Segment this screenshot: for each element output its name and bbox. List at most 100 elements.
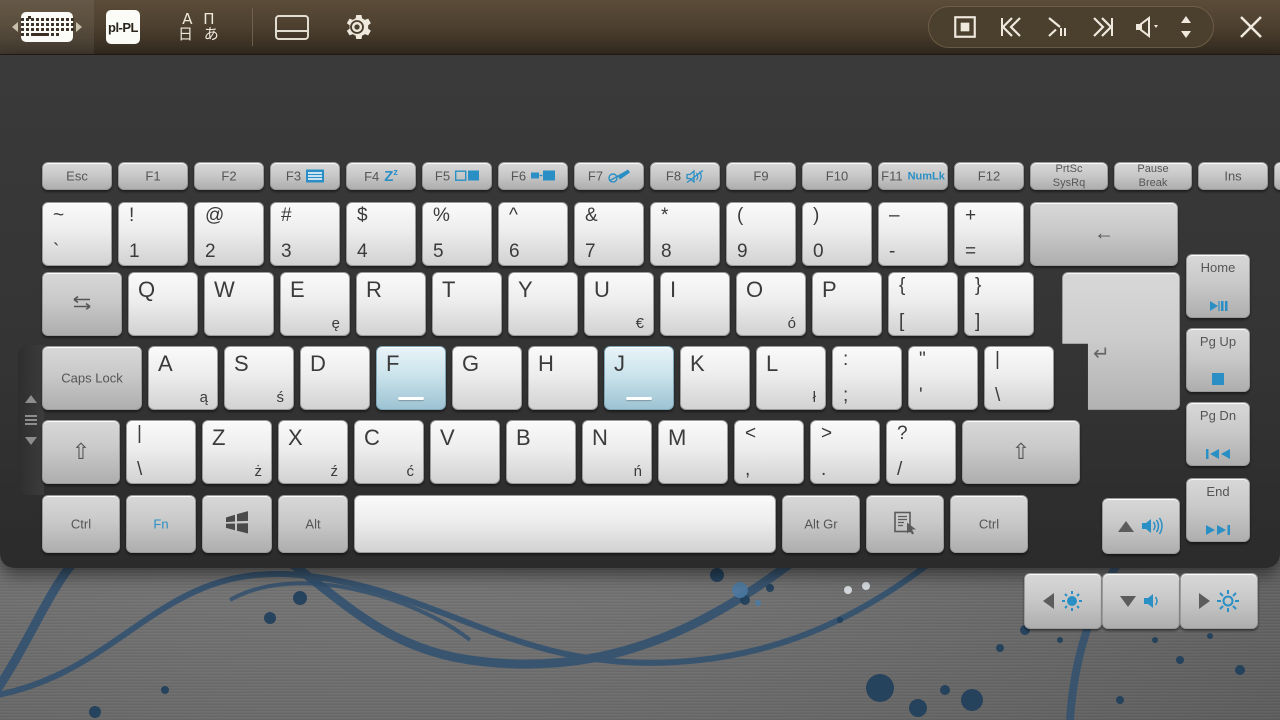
key-printscreen[interactable]: PrtSc SysRq (1030, 162, 1108, 190)
key-o[interactable]: O ó (736, 272, 806, 336)
media-next-button[interactable] (1081, 9, 1125, 45)
key-f5[interactable]: F5 (422, 162, 492, 190)
key-p[interactable]: P (812, 272, 882, 336)
media-stop-button[interactable] (943, 9, 987, 45)
key-arrow-down[interactable] (1102, 573, 1180, 629)
key-y[interactable]: Y (508, 272, 578, 336)
language-button[interactable]: pl-PL (94, 0, 152, 54)
key-ctrl-left[interactable]: Ctrl (42, 495, 120, 553)
key-arrow-up[interactable] (1102, 498, 1180, 554)
key-9[interactable]: ( 9 (726, 202, 796, 266)
key-f2[interactable]: F2 (194, 162, 264, 190)
key-f3[interactable]: F3 (270, 162, 340, 190)
close-button[interactable] (1222, 0, 1280, 54)
key-tab[interactable] (42, 272, 122, 336)
key-1[interactable]: ! 1 (118, 202, 188, 266)
key-quote[interactable]: " ' (908, 346, 978, 410)
key-7[interactable]: & 7 (574, 202, 644, 266)
key-c[interactable]: C ć (354, 420, 424, 484)
key-fn[interactable]: Fn (126, 495, 196, 553)
key-f10[interactable]: F10 (802, 162, 872, 190)
key-k[interactable]: K (680, 346, 750, 410)
key-semicolon[interactable]: : ; (832, 346, 902, 410)
key-g[interactable]: G (452, 346, 522, 410)
key-esc[interactable]: Esc (42, 162, 112, 190)
key-e[interactable]: E ę (280, 272, 350, 336)
key-capslock[interactable]: Caps Lock (42, 346, 142, 410)
key-period[interactable]: > . (810, 420, 880, 484)
key-pagedown[interactable]: Pg Dn (1186, 402, 1250, 466)
key-f[interactable]: F (376, 346, 446, 410)
key-f1[interactable]: F1 (118, 162, 188, 190)
key-f6[interactable]: F6 (498, 162, 568, 190)
key-minus[interactable]: – - (878, 202, 948, 266)
media-volume-button[interactable] (1127, 9, 1171, 45)
key-shift-right[interactable]: ⇧ (962, 420, 1080, 484)
key-bracketright[interactable]: } ] (964, 272, 1034, 336)
key-v[interactable]: V (430, 420, 500, 484)
key-space[interactable] (354, 495, 776, 553)
key-backslash-iso[interactable]: | \ (984, 346, 1054, 410)
touchpad-button[interactable] (257, 0, 327, 54)
key-windows[interactable] (202, 495, 272, 553)
key-pageup[interactable]: Pg Up (1186, 328, 1250, 392)
key-end[interactable]: End (1186, 478, 1250, 542)
key-bracketleft[interactable]: { [ (888, 272, 958, 336)
key-b[interactable]: B (506, 420, 576, 484)
key-delete[interactable]: Del (1274, 162, 1280, 190)
key-arrow-right[interactable] (1180, 573, 1258, 629)
key-t[interactable]: T (432, 272, 502, 336)
key-x[interactable]: X ź (278, 420, 348, 484)
key-enter[interactable]: ↵ (1062, 272, 1180, 410)
key-6[interactable]: ^ 6 (498, 202, 568, 266)
key-l[interactable]: L ł (756, 346, 826, 410)
key-home[interactable]: Home (1186, 254, 1250, 318)
key-backslash[interactable]: | \ (126, 420, 196, 484)
key-8[interactable]: * 8 (650, 202, 720, 266)
key-z[interactable]: Z ż (202, 420, 272, 484)
key-m[interactable]: M (658, 420, 728, 484)
key-pause[interactable]: Pause Break (1114, 162, 1192, 190)
key-3[interactable]: # 3 (270, 202, 340, 266)
key-insert[interactable]: Ins (1198, 162, 1268, 190)
input-mode-button[interactable]: A П 日 あ (152, 0, 248, 54)
media-playpause-button[interactable] (1035, 9, 1079, 45)
key-ctrl-right[interactable]: Ctrl (950, 495, 1028, 553)
key-q[interactable]: Q (128, 272, 198, 336)
resize-handle[interactable] (18, 345, 44, 495)
key-f11[interactable]: F11 NumLk (878, 162, 948, 190)
key-context-menu[interactable] (866, 495, 944, 553)
key-shift-left[interactable]: ⇧ (42, 420, 120, 484)
key-j[interactable]: J (604, 346, 674, 410)
key-d[interactable]: D (300, 346, 370, 410)
key-5[interactable]: % 5 (422, 202, 492, 266)
key-w[interactable]: W (204, 272, 274, 336)
key-f12[interactable]: F12 (954, 162, 1024, 190)
key-n[interactable]: N ń (582, 420, 652, 484)
key-0[interactable]: ) 0 (802, 202, 872, 266)
key-h[interactable]: H (528, 346, 598, 410)
key-2[interactable]: @ 2 (194, 202, 264, 266)
key-a[interactable]: A ą (148, 346, 218, 410)
media-previous-button[interactable] (989, 9, 1033, 45)
key-slash[interactable]: ? / (886, 420, 956, 484)
key-altgr[interactable]: Alt Gr (782, 495, 860, 553)
key-u[interactable]: U € (584, 272, 654, 336)
media-updown-button[interactable] (1173, 9, 1199, 45)
key-4[interactable]: $ 4 (346, 202, 416, 266)
key-i[interactable]: I (660, 272, 730, 336)
key-s[interactable]: S ś (224, 346, 294, 410)
key-arrow-left[interactable] (1024, 573, 1102, 629)
key-backspace[interactable]: ← (1030, 202, 1178, 266)
key-f7[interactable]: F7 (574, 162, 644, 190)
key-r[interactable]: R (356, 272, 426, 336)
settings-button[interactable] (327, 0, 387, 54)
key-backquote[interactable]: ~ ` (42, 202, 112, 266)
key-comma[interactable]: < , (734, 420, 804, 484)
key-f9[interactable]: F9 (726, 162, 796, 190)
keyboard-layout-button[interactable] (0, 0, 94, 54)
key-equal[interactable]: + = (954, 202, 1024, 266)
key-f4[interactable]: F4 Zz (346, 162, 416, 190)
key-f8[interactable]: F8 (650, 162, 720, 190)
key-alt-left[interactable]: Alt (278, 495, 348, 553)
